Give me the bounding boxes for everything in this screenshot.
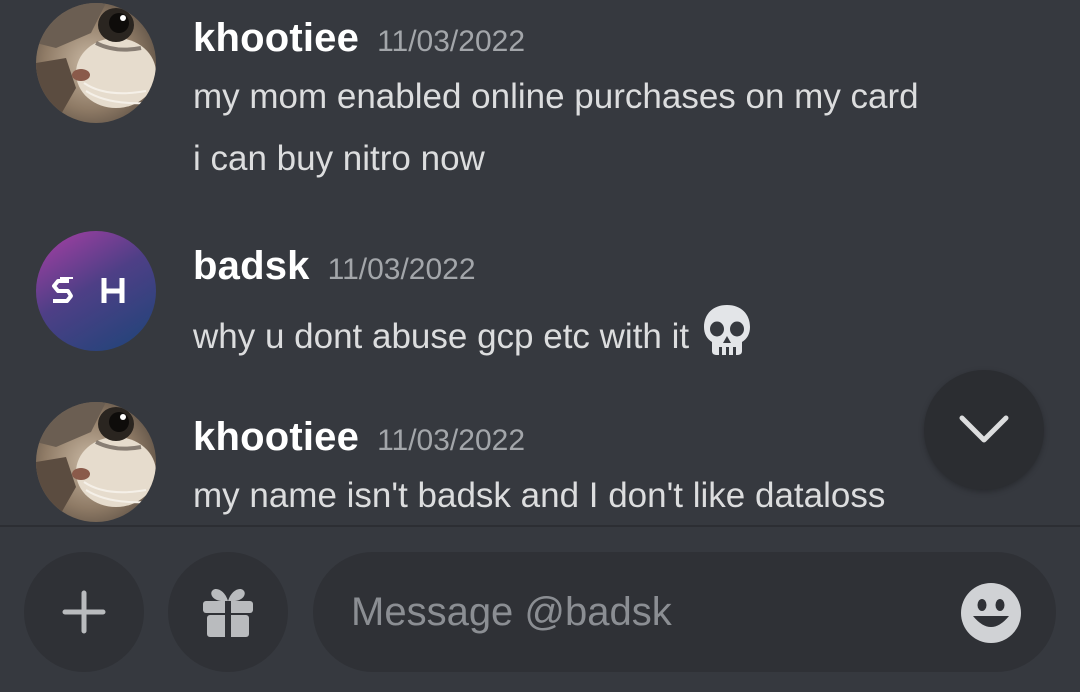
gift-icon xyxy=(203,589,253,637)
message-composer[interactable] xyxy=(313,552,1056,672)
message-list[interactable]: khootiee 11/03/2022 my mom enabled online… xyxy=(0,0,1080,525)
gift-nitro-button[interactable] xyxy=(168,552,288,672)
jump-to-present-button[interactable] xyxy=(924,370,1044,490)
add-attachment-button[interactable] xyxy=(24,552,144,672)
chevron-down-icon xyxy=(959,415,1009,443)
smiley-icon xyxy=(961,583,1021,643)
cat-avatar[interactable] xyxy=(36,402,156,522)
message-author[interactable]: khootiee 11/03/2022 xyxy=(193,16,525,61)
skull-emoji xyxy=(699,302,755,367)
cat-avatar[interactable] xyxy=(36,3,156,123)
message-author[interactable]: khootiee 11/03/2022 xyxy=(193,415,525,460)
message-timestamp: 11/03/2022 xyxy=(377,424,525,457)
message-text: i can buy nitro now xyxy=(193,139,485,178)
message-author[interactable]: badsk 11/03/2022 xyxy=(193,244,476,289)
emoji-picker-button[interactable] xyxy=(960,582,1022,644)
message-timestamp: 11/03/2022 xyxy=(327,253,476,286)
message-text: why u dont abuse gcp etc with it xyxy=(193,305,755,371)
message-input[interactable] xyxy=(351,552,941,672)
plus-icon xyxy=(62,590,106,634)
sh-logo-avatar[interactable] xyxy=(36,231,156,351)
message-timestamp: 11/03/2022 xyxy=(377,25,525,58)
message-text: my name isn't badsk and I don't like dat… xyxy=(193,476,886,515)
message-text: my mom enabled online purchases on my ca… xyxy=(193,77,919,116)
